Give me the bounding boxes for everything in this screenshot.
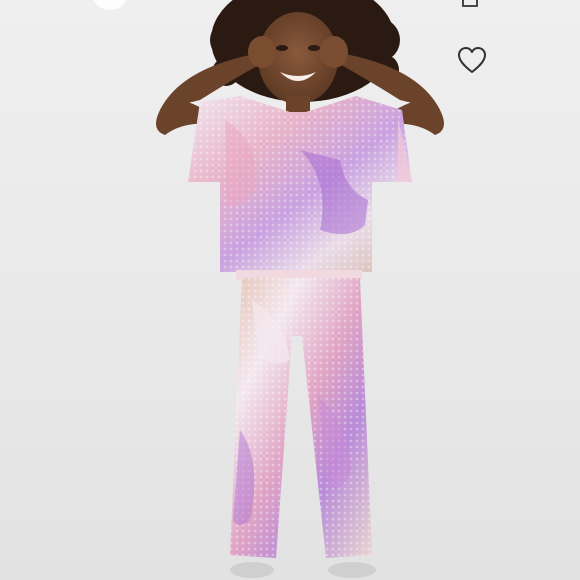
sequin-top — [188, 96, 412, 272]
product-photo — [156, 0, 444, 578]
product-image-viewer — [0, 0, 580, 580]
like-button[interactable] — [452, 42, 492, 78]
sequin-pants — [230, 278, 372, 558]
share-icon — [458, 0, 482, 10]
share-button[interactable] — [452, 0, 488, 10]
model-shoes — [230, 562, 376, 578]
heart-outline-icon — [457, 46, 487, 74]
